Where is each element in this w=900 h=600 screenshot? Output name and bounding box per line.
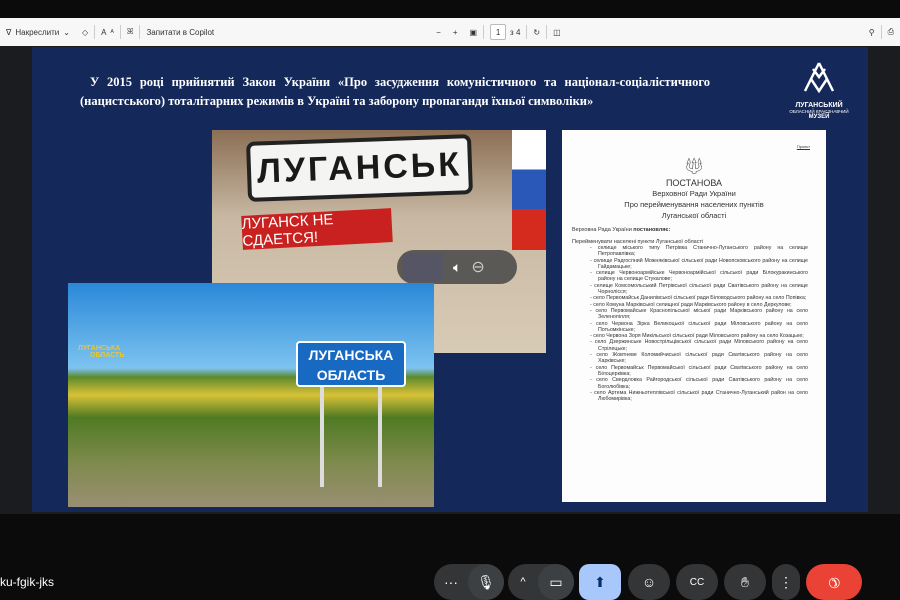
- resolution-document: Проект 🔱︎ ПОСТАНОВА Верховної Ради Украї…: [562, 130, 826, 502]
- meeting-id: ku-fgik-jks: [0, 575, 55, 589]
- list-item: село Первомайськ Данилівської сільської …: [593, 295, 808, 301]
- microphone-icon: 🎙︎: [477, 573, 495, 590]
- read-aloud-button[interactable]: ꕤ: [121, 27, 140, 37]
- fit-page-icon: ▣: [469, 27, 478, 37]
- list-item: село Первомайськ Первомайської сільської…: [596, 365, 808, 378]
- slide-title: У 2015 році прийнятий Закон України «Про…: [80, 75, 710, 108]
- flag: [512, 130, 546, 250]
- end-call-icon: ✆: [824, 572, 845, 593]
- text-size-button[interactable]: AA: [95, 28, 120, 37]
- self-view-pip[interactable]: 🔈︎ ⊖: [397, 250, 517, 284]
- oblast-sign-photo: ЛУГАНСЬКА ОБЛАСТЬ ЛУГАНСЬКА ОБЛАСТЬ: [68, 283, 434, 507]
- museum-logo: ЛУГАНСЬКИЙ ОБЛАСНИЙ КРАЄЗНАВЧИЙ МУЗЕЙ: [784, 61, 854, 120]
- more-vert-icon: ⋮: [779, 573, 793, 590]
- list-item: село Дзержинське Новострільцівської сіль…: [595, 339, 808, 352]
- hand-icon: ✋︎: [741, 573, 749, 590]
- emoji-icon: ☺: [641, 574, 657, 590]
- print-icon: ⎙: [887, 27, 894, 36]
- trident-emblem-icon: 🔱︎: [683, 158, 705, 175]
- search-button[interactable]: ⚲: [863, 25, 881, 39]
- fit-page-button[interactable]: ▣: [463, 28, 483, 37]
- city-sign: ЛУГАНСЬК: [246, 134, 473, 202]
- monument: ЛУГАНСЬКА ОБЛАСТЬ: [78, 345, 125, 359]
- more-options-button[interactable]: ⋮: [772, 564, 800, 600]
- zoom-in-button[interactable]: +: [447, 28, 464, 37]
- list-item: селище Червоноармійське Червоноармійсько…: [596, 270, 808, 283]
- draw-icon: ∇: [6, 27, 12, 37]
- read-aloud-icon: ꕤ: [126, 27, 134, 36]
- road-sign: ЛУГАНСЬКА ОБЛАСТЬ: [296, 341, 406, 387]
- draw-button[interactable]: ∇ Накреслити ⌄: [0, 28, 76, 37]
- ask-copilot-button[interactable]: Запитати в Copilot: [140, 28, 220, 37]
- self-view-thumbnail: [403, 253, 443, 281]
- sign-post: [320, 387, 324, 487]
- list-item: село Жовтневе Коломийчиської сільської р…: [596, 352, 808, 365]
- list-item: село Свердловка Райгородської сільської …: [596, 377, 808, 390]
- sign-post: [378, 387, 382, 487]
- rotate-icon: ↻: [533, 27, 541, 37]
- museum-logo-icon: [803, 62, 835, 94]
- renaming-list: селище міського типу Петрівка Станично-Л…: [593, 245, 816, 403]
- video-controls: ^ ▭: [508, 564, 574, 600]
- end-call-button[interactable]: ✆: [806, 564, 862, 600]
- red-banner: ЛУГАНСК НЕ СДАЕТСЯ!: [241, 208, 393, 250]
- video-options-button[interactable]: ^: [508, 576, 538, 588]
- presentation-stage: У 2015 році прийнятий Закон України «Про…: [0, 46, 900, 514]
- print-button[interactable]: ⎙: [882, 25, 900, 39]
- volume-icon[interactable]: 🔈︎: [453, 259, 461, 276]
- camera-icon: ▭: [549, 573, 563, 590]
- list-item: село Первомайське Краснопільської місько…: [596, 308, 808, 321]
- eraser-icon: ◇: [81, 27, 89, 37]
- present-icon: ⬆: [594, 573, 606, 590]
- rotate-button[interactable]: ↻: [527, 28, 546, 37]
- reactions-button[interactable]: ☺: [628, 564, 670, 600]
- chevron-down-icon: ⌄: [63, 27, 70, 37]
- eraser-button[interactable]: ◇: [76, 28, 94, 37]
- list-item: селище Радгоспний Можняківської сільсько…: [594, 258, 808, 271]
- zoom-out-button[interactable]: −: [430, 28, 447, 37]
- raise-hand-button[interactable]: ✋︎: [724, 564, 766, 600]
- slide: У 2015 році прийнятий Закон України «Про…: [32, 47, 868, 512]
- audio-options-button[interactable]: ···: [434, 574, 468, 590]
- camera-button[interactable]: ▭: [538, 564, 574, 600]
- captions-icon: CC: [689, 576, 705, 588]
- microphone-button[interactable]: 🎙︎: [468, 564, 504, 600]
- captions-button[interactable]: CC: [676, 564, 718, 600]
- list-item: село Червона Зірка Великоцької сільської…: [596, 321, 808, 334]
- page-number-input[interactable]: 1: [490, 24, 507, 40]
- pdf-toolbar: ∇ Накреслити ⌄ ◇ AA ꕤ Запитати в Copilot −…: [0, 18, 900, 46]
- page-view-button[interactable]: ◫: [547, 28, 567, 37]
- page-total: з 4: [510, 27, 521, 37]
- list-item: село Артема Нижньотеплівської сільської …: [594, 390, 808, 403]
- page-view-icon: ◫: [553, 27, 561, 37]
- audio-controls: ··· 🎙︎: [434, 564, 504, 600]
- search-icon: ⚲: [868, 27, 875, 37]
- present-screen-button[interactable]: ⬆: [579, 564, 621, 600]
- text-size-icon: A: [101, 27, 107, 37]
- minimize-icon[interactable]: ⊖: [471, 257, 484, 277]
- list-item: селище Комсомольський Петрівської сільсь…: [594, 283, 808, 296]
- list-item: селище міського типу Петрівка Станично-Л…: [598, 245, 808, 258]
